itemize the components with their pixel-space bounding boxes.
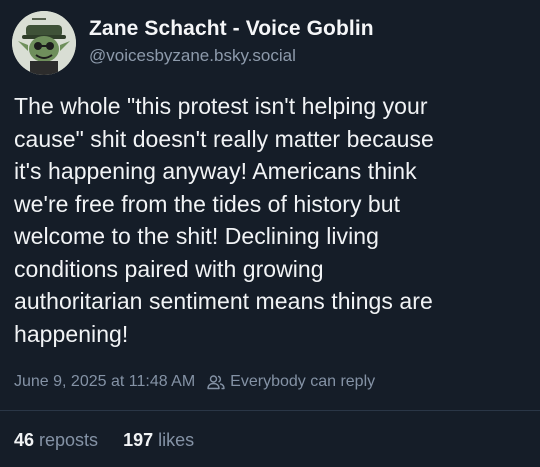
divider [0, 410, 540, 411]
likes-label: likes [158, 430, 195, 450]
timestamp[interactable]: June 9, 2025 at 11:48 AM [14, 373, 195, 391]
author-names: Zane Schacht - Voice Goblin @voicesbyzan… [89, 16, 374, 68]
reposts-label: reposts [39, 430, 99, 450]
likes-stat[interactable]: 197 likes [123, 430, 194, 451]
avatar[interactable] [12, 11, 76, 75]
post-header: Zane Schacht - Voice Goblin @voicesbyzan… [12, 10, 374, 76]
post-card: Zane Schacht - Voice Goblin @voicesbyzan… [0, 0, 540, 467]
post-text: The whole "this protest isn't helping yo… [14, 93, 434, 347]
goblin-avatar-icon [12, 11, 76, 75]
post-stats: 46 reposts 197 likes [14, 430, 194, 451]
post-meta: June 9, 2025 at 11:48 AM Everybody can r… [14, 373, 375, 391]
handle[interactable]: @voicesbyzane.bsky.social [89, 44, 374, 68]
reposts-stat[interactable]: 46 reposts [14, 430, 98, 451]
reply-setting: Everybody can reply [230, 373, 376, 390]
people-icon [207, 375, 225, 390]
reposts-count: 46 [14, 430, 35, 450]
display-name[interactable]: Zane Schacht - Voice Goblin [89, 16, 374, 42]
likes-count: 197 [123, 430, 154, 450]
